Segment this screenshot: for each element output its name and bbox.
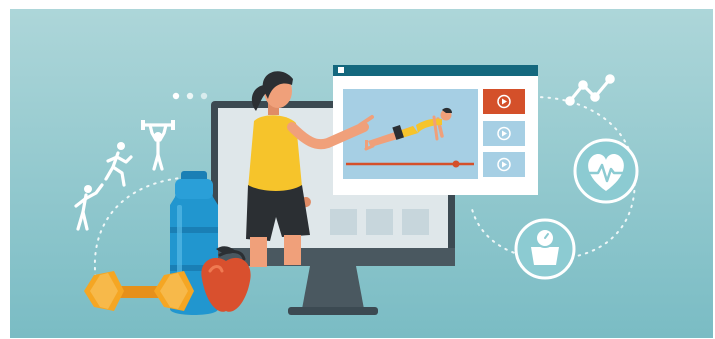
playlist (483, 89, 525, 177)
monitor-chin (211, 248, 455, 266)
bathroom-scale-icon (514, 218, 576, 280)
illustration-canvas (10, 9, 713, 338)
heart-rate-icon (573, 138, 639, 204)
dots-decoration (172, 92, 208, 100)
window-close-icon (338, 67, 344, 73)
monitor-stand (302, 266, 364, 309)
window-title-bar (333, 65, 538, 76)
monitor-base (288, 307, 378, 315)
video-progress-knob (452, 160, 460, 168)
screen-tiles (330, 209, 429, 235)
fitness-illustration (10, 9, 713, 338)
